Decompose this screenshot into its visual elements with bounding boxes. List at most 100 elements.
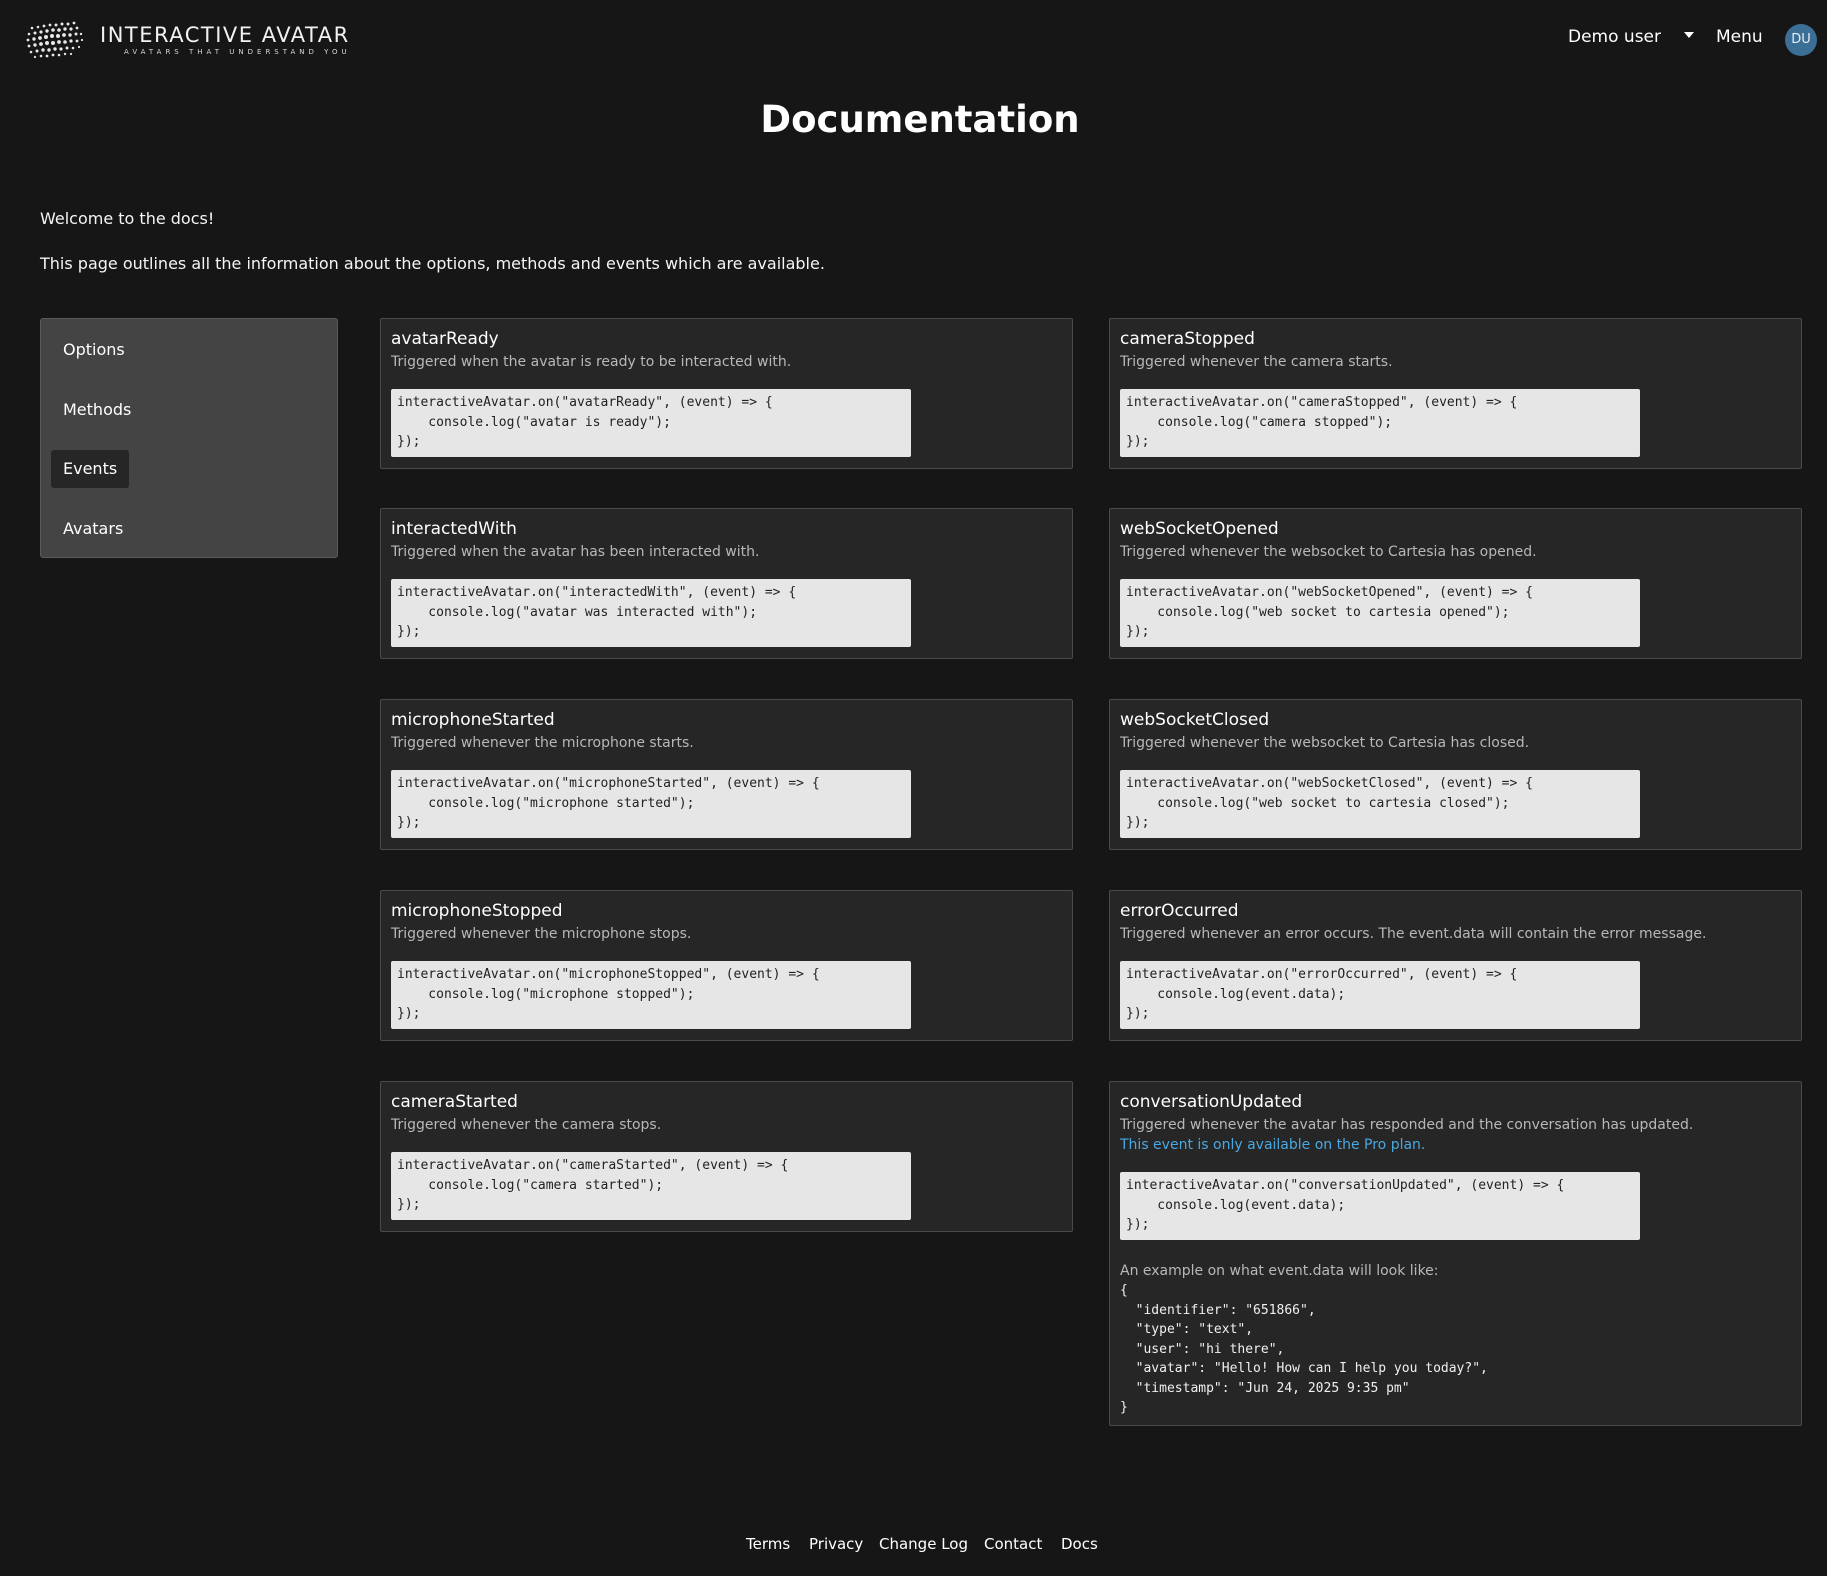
code-line: interactiveAvatar.on("webSocketOpened", … [1126, 585, 1533, 600]
logo-text: INTERACTIVE AVATAR AVATARS THAT UNDERSTA… [100, 23, 351, 57]
event-card-error-occurred: errorOccurred Triggered whenever an erro… [1109, 890, 1802, 1041]
sidebar-item-avatars[interactable]: Avatars [51, 510, 135, 548]
code-line: }); [397, 1197, 421, 1212]
code-line: console.log("web socket to cartesia clos… [1126, 795, 1510, 811]
event-card-web-socket-closed: webSocketClosed Triggered whenever the w… [1109, 699, 1802, 850]
code-line: console.log("camera started"); [397, 1177, 664, 1193]
example-line: "identifier": "651866", [1120, 1302, 1316, 1318]
code-line: }); [397, 1006, 421, 1021]
page-title: Documentation [760, 98, 1080, 141]
code-line: interactiveAvatar.on("cameraStopped", (e… [1126, 395, 1518, 410]
example-line: { [1120, 1283, 1128, 1298]
code-line: console.log("avatar was interacted with"… [397, 604, 758, 620]
logo-title: INTERACTIVE AVATAR [100, 23, 350, 47]
event-card-camera-started: cameraStarted Triggered whenever the cam… [380, 1081, 1073, 1232]
footer-link-contact[interactable]: Contact [984, 1535, 1042, 1553]
footer-link-docs[interactable]: Docs [1061, 1535, 1098, 1553]
example-line: "user": "hi there", [1120, 1341, 1285, 1357]
event-description: Triggered whenever the microphone stops. [391, 926, 692, 942]
code-line: }); [1126, 815, 1150, 830]
code-line: interactiveAvatar.on("webSocketClosed", … [1126, 776, 1533, 791]
user-name[interactable]: Demo user [1568, 27, 1661, 47]
chevron-down-icon[interactable] [1684, 32, 1694, 38]
code-line: }); [397, 815, 421, 830]
event-name: interactedWith [391, 519, 517, 539]
code-block: interactiveAvatar.on("microphoneStarted"… [391, 770, 911, 838]
code-line: }); [397, 624, 421, 639]
example-line: "type": "text", [1120, 1322, 1254, 1337]
code-block: interactiveAvatar.on("cameraStarted", (e… [391, 1152, 911, 1220]
sidebar-item-events[interactable]: Events [51, 450, 130, 488]
event-name: webSocketClosed [1120, 710, 1270, 730]
event-name: webSocketOpened [1120, 519, 1279, 539]
code-block: interactiveAvatar.on("microphoneStopped"… [391, 961, 911, 1029]
code-block: interactiveAvatar.on("avatarReady", (eve… [391, 389, 911, 457]
event-description: Triggered whenever the websocket to Cart… [1120, 544, 1537, 560]
event-description: Triggered whenever an error occurs. The … [1120, 926, 1707, 942]
logo[interactable]: INTERACTIVE AVATAR AVATARS THAT UNDERSTA… [24, 18, 351, 62]
code-line: console.log("avatar is ready"); [397, 414, 671, 430]
sidebar: Options Methods Events Avatars [40, 318, 338, 558]
code-line: console.log("web socket to cartesia open… [1126, 604, 1510, 620]
event-card-avatar-ready: avatarReady Triggered when the avatar is… [380, 318, 1073, 469]
code-line: }); [1126, 1006, 1150, 1021]
example-line: "timestamp": "Jun 24, 2025 9:35 pm" [1120, 1380, 1410, 1396]
code-line: interactiveAvatar.on("microphoneStarted"… [397, 776, 820, 791]
event-description: Triggered whenever the avatar has respon… [1120, 1117, 1694, 1133]
code-line: console.log("camera stopped"); [1126, 414, 1393, 430]
example-line: "avatar": "Hello! How can I help you tod… [1120, 1361, 1488, 1376]
sidebar-item-methods[interactable]: Methods [51, 391, 143, 429]
logo-mark-icon [26, 21, 84, 59]
event-description: Triggered when the avatar is ready to be… [391, 354, 792, 370]
event-description: Triggered whenever the microphone starts… [391, 735, 694, 751]
event-card-microphone-stopped: microphoneStopped Triggered whenever the… [380, 890, 1073, 1041]
code-line: interactiveAvatar.on("avatarReady", (eve… [397, 395, 773, 410]
code-block: interactiveAvatar.on("errorOccurred", (e… [1120, 961, 1640, 1029]
footer-link-terms[interactable]: Terms [746, 1535, 790, 1553]
example-label: An example on what event.data will look … [1120, 1263, 1439, 1279]
event-card-web-socket-opened: webSocketOpened Triggered whenever the w… [1109, 508, 1802, 659]
code-line: }); [1126, 1217, 1150, 1232]
code-line: interactiveAvatar.on("microphoneStopped"… [397, 967, 820, 982]
code-block: interactiveAvatar.on("webSocketOpened", … [1120, 579, 1640, 647]
event-name: conversationUpdated [1120, 1092, 1303, 1112]
intro-welcome: Welcome to the docs! [40, 209, 215, 228]
code-line: console.log("microphone stopped"); [397, 986, 695, 1002]
event-name: cameraStarted [391, 1092, 518, 1112]
code-block: interactiveAvatar.on("webSocketClosed", … [1120, 770, 1640, 838]
event-card-interacted-with: interactedWith Triggered when the avatar… [380, 508, 1073, 659]
sidebar-item-options[interactable]: Options [51, 331, 137, 369]
code-block: interactiveAvatar.on("cameraStopped", (e… [1120, 389, 1640, 457]
code-line: console.log("microphone started"); [397, 795, 695, 811]
logo-subtitle: AVATARS THAT UNDERSTAND YOU [124, 48, 351, 56]
code-line: interactiveAvatar.on("conversationUpdate… [1126, 1178, 1565, 1193]
event-name: cameraStopped [1120, 329, 1255, 349]
event-name: errorOccurred [1120, 901, 1239, 921]
event-card-microphone-started: microphoneStarted Triggered whenever the… [380, 699, 1073, 850]
intro-description: This page outlines all the information a… [40, 254, 825, 273]
code-line: }); [397, 434, 421, 449]
code-line: interactiveAvatar.on("cameraStarted", (e… [397, 1158, 789, 1173]
code-line: console.log(event.data); [1126, 986, 1346, 1002]
example-line: } [1120, 1400, 1128, 1415]
footer-link-change-log[interactable]: Change Log [879, 1535, 968, 1553]
event-name: avatarReady [391, 329, 499, 349]
event-description: Triggered whenever the websocket to Cart… [1120, 735, 1530, 751]
code-line: }); [1126, 624, 1150, 639]
example-json: { "identifier": "651866", "type": "text"… [1120, 1281, 1488, 1418]
event-card-camera-stopped: cameraStopped Triggered whenever the cam… [1109, 318, 1802, 469]
footer-link-privacy[interactable]: Privacy [809, 1535, 863, 1553]
code-line: }); [1126, 434, 1150, 449]
event-card-conversation-updated: conversationUpdated Triggered whenever t… [1109, 1081, 1802, 1426]
menu-button[interactable]: Menu [1716, 27, 1763, 47]
code-line: console.log(event.data); [1126, 1197, 1346, 1213]
code-line: interactiveAvatar.on("interactedWith", (… [397, 585, 797, 600]
event-name: microphoneStarted [391, 710, 555, 730]
code-line: interactiveAvatar.on("errorOccurred", (e… [1126, 967, 1518, 982]
event-description: Triggered when the avatar has been inter… [391, 544, 760, 560]
pro-plan-link[interactable]: This event is only available on the Pro … [1120, 1137, 1425, 1153]
event-description: Triggered whenever the camera starts. [1120, 354, 1393, 370]
avatar[interactable]: DU [1785, 24, 1817, 56]
code-block: interactiveAvatar.on("conversationUpdate… [1120, 1172, 1640, 1240]
code-block: interactiveAvatar.on("interactedWith", (… [391, 579, 911, 647]
